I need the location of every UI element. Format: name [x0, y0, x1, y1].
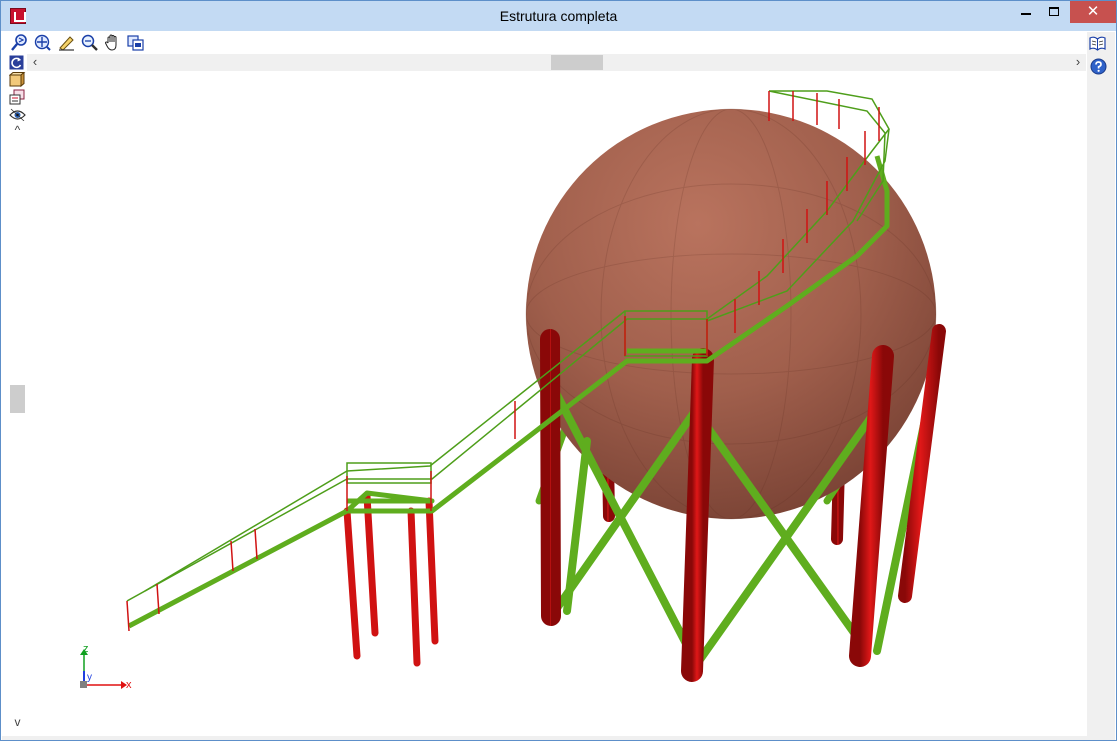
scroll-right-arrow[interactable]: ›	[1070, 54, 1086, 71]
maximize-icon	[1049, 7, 1059, 16]
title-bar[interactable]: Estrutura completa ✕	[1, 1, 1116, 31]
zoom-window-icon[interactable]	[11, 34, 28, 51]
help-icon[interactable]	[1090, 58, 1107, 75]
pencil-edit-icon[interactable]	[58, 34, 75, 51]
app-window: Estrutura completa ✕ ‹ › ^ v x z y	[0, 0, 1117, 741]
scroll-up-arrow[interactable]: ^	[9, 123, 26, 137]
axis-triad: x z y	[80, 643, 132, 691]
vertical-scrollbar[interactable]: ^ v	[9, 121, 26, 733]
model-viewport[interactable]: x z y	[27, 71, 1086, 736]
z-axis-label: z	[83, 643, 89, 655]
right-panel	[1087, 32, 1115, 738]
minimize-icon	[1021, 13, 1031, 15]
scroll-left-arrow[interactable]: ‹	[27, 54, 43, 71]
vertical-scroll-thumb[interactable]	[10, 385, 25, 413]
view-box-icon[interactable]	[9, 72, 26, 89]
x-axis-label: x	[126, 679, 132, 691]
structure-3d-view[interactable]: x z y	[27, 71, 1086, 736]
horizontal-scrollbar[interactable]: ‹ ›	[27, 54, 1086, 71]
zoom-extents-icon[interactable]	[34, 34, 51, 51]
close-button[interactable]: ✕	[1070, 1, 1116, 23]
minimize-button[interactable]	[1011, 1, 1041, 23]
view-toolbar	[2, 31, 1115, 53]
y-axis-label: y	[87, 672, 92, 683]
bottom-border	[2, 736, 1115, 740]
book-icon[interactable]	[1089, 35, 1106, 52]
scroll-down-arrow[interactable]: v	[9, 715, 26, 729]
window-title: Estrutura completa	[499, 8, 618, 24]
origin-marker	[80, 681, 87, 688]
rotate-icon[interactable]	[9, 55, 26, 72]
layers-icon[interactable]	[9, 89, 26, 106]
maximize-button[interactable]	[1040, 1, 1068, 23]
pan-hand-icon[interactable]	[104, 34, 121, 51]
zoom-magnify-icon[interactable]	[81, 34, 98, 51]
horizontal-scroll-thumb[interactable]	[551, 55, 603, 70]
copy-view-icon[interactable]	[127, 34, 144, 51]
close-icon: ✕	[1086, 3, 1100, 20]
platform-columns	[343, 492, 439, 667]
